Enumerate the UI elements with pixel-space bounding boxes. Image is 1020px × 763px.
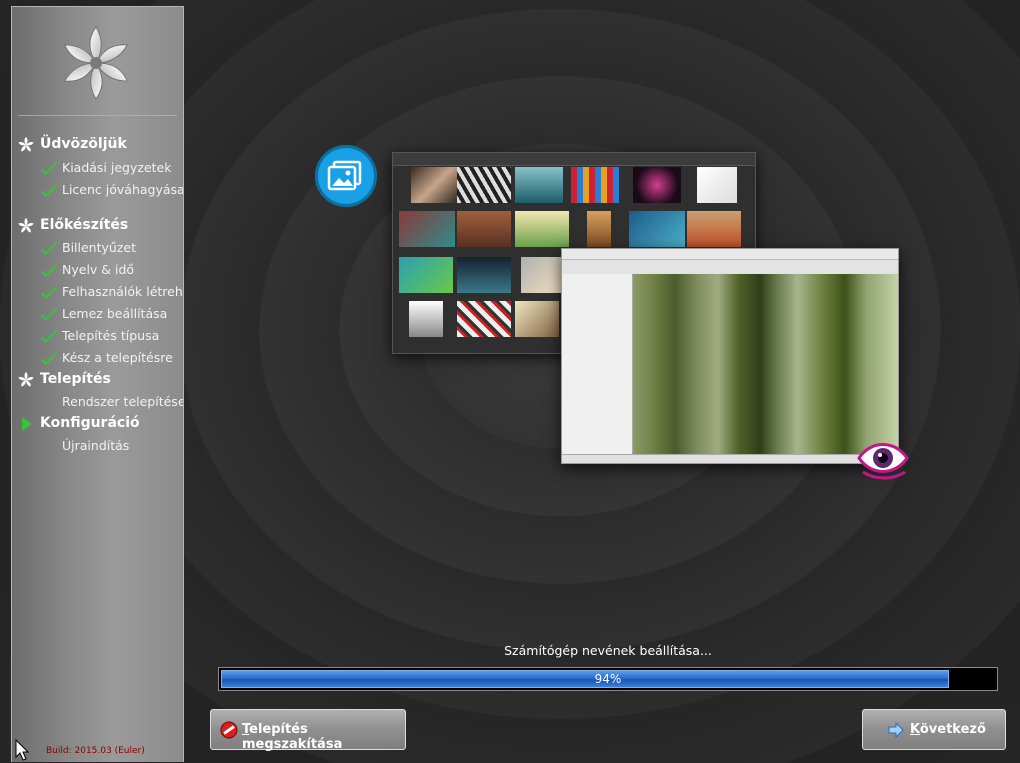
checkmark-icon — [40, 261, 58, 279]
sidebar-step-label: Nyelv & idő — [62, 262, 135, 277]
sidebar-step-label: Telepítés típusa — [62, 328, 160, 343]
viewer-statusbar — [562, 454, 898, 463]
checkmark-icon — [40, 305, 58, 323]
thumbnail — [457, 167, 511, 203]
thumbnail — [411, 167, 459, 203]
sidebar-step-label: Telepítés — [40, 371, 111, 387]
sidebar-step-label: Lemez beállítása — [62, 306, 168, 321]
viewer-photo — [633, 274, 898, 454]
image-viewer-app-icon — [315, 145, 377, 207]
mouse-cursor-icon — [15, 739, 29, 761]
arrow-right-icon — [888, 721, 904, 739]
sidebar-step-9: Kész a telepítésre — [12, 347, 183, 369]
viewer-titlebar — [562, 249, 898, 260]
thumbnail — [409, 301, 443, 337]
sidebar-step-8: Telepítés típusa — [12, 325, 183, 347]
sidebar-step-1: Kiadási jegyzetek — [12, 157, 183, 179]
sidebar-step-label: Előkészítés — [40, 217, 129, 233]
sidebar-step-5: Nyelv & idő — [12, 259, 183, 281]
sidebar-step-3: Előkészítés — [12, 215, 183, 237]
cancel-install-label: Telepítés megszakítása — [242, 722, 343, 752]
progress-percent: 94% — [594, 672, 622, 686]
sidebar-step-label: Újraindítás — [62, 438, 130, 453]
sidebar-step-label: Kiadási jegyzetek — [62, 160, 172, 175]
sidebar-step-12: Konfiguráció — [12, 413, 183, 435]
gallery-window-toolbar — [393, 153, 755, 166]
thumbnail — [521, 257, 561, 293]
thumbnail — [399, 211, 455, 247]
thumbnail — [697, 167, 737, 203]
thumbnail — [587, 211, 611, 247]
thumbnail — [515, 211, 569, 247]
thumbnail — [687, 211, 741, 247]
sidebar-step-11: Rendszer telepítése — [12, 391, 183, 413]
sidebar-step-label: Billentyűzet — [62, 240, 136, 255]
checkmark-icon — [40, 327, 58, 345]
sidebar-step-0: Üdvözöljük — [12, 134, 183, 156]
viewer-sidebar — [562, 274, 633, 454]
sidebar-step-6: Felhasználók létrehozása — [12, 281, 183, 303]
checkmark-icon — [40, 181, 58, 199]
sidebar-step-label: Rendszer telepítése — [62, 394, 183, 409]
thumbnail — [571, 167, 619, 203]
pinwheel-icon — [17, 136, 35, 154]
install-status-text: Számítógép nevének beállítása... — [504, 643, 712, 658]
sidebar-step-label: Kész a telepítésre — [62, 350, 173, 365]
checkmark-icon — [40, 283, 58, 301]
sidebar-step-13: Újraindítás — [12, 435, 183, 457]
install-progress-bar: 94% — [218, 667, 998, 691]
sidebar-step-2: Licenc jóváhagyása — [12, 179, 183, 201]
thumbnail — [629, 211, 685, 247]
pinwheel-logo-icon — [64, 26, 128, 100]
next-label: Következő — [910, 722, 986, 737]
sidebar-step-label: Felhasználók létrehozása — [62, 284, 183, 299]
thumbnail — [515, 301, 559, 337]
thumbnail — [457, 301, 511, 337]
viewer-toolbar — [562, 260, 898, 275]
sidebar-step-label: Konfiguráció — [40, 415, 140, 431]
checkmark-icon — [40, 349, 58, 367]
cancel-install-button[interactable]: Telepítés megszakítása — [210, 709, 406, 752]
build-label: Build: 2015.03 (Euler) — [46, 746, 145, 756]
pinwheel-icon — [17, 371, 35, 389]
thumbnail — [457, 211, 511, 247]
thumbnail — [457, 257, 511, 293]
next-button[interactable]: Következő — [862, 709, 1006, 750]
thumbnail — [399, 257, 453, 293]
sidebar-step-10: Telepítés — [12, 369, 183, 391]
checkmark-icon — [40, 159, 58, 177]
logo-separator — [18, 115, 177, 116]
sidebar-step-label: Licenc jóváhagyása — [62, 182, 183, 197]
sidebar-step-7: Lemez beállítása — [12, 303, 183, 325]
image-viewer-window-screenshot — [561, 248, 899, 464]
sidebar: Üdvözöljük Kiadási jegyzetek Licenc jóváha… — [11, 6, 184, 762]
thumbnail — [633, 167, 681, 203]
eye-logo-icon — [857, 443, 909, 480]
checkmark-icon — [40, 239, 58, 257]
stop-icon — [220, 721, 238, 739]
play-arrow-icon — [17, 415, 35, 433]
sidebar-step-label: Üdvözöljük — [40, 136, 127, 152]
thumbnail — [515, 167, 563, 203]
sidebar-step-4: Billentyűzet — [12, 237, 183, 259]
pinwheel-icon — [17, 217, 35, 235]
